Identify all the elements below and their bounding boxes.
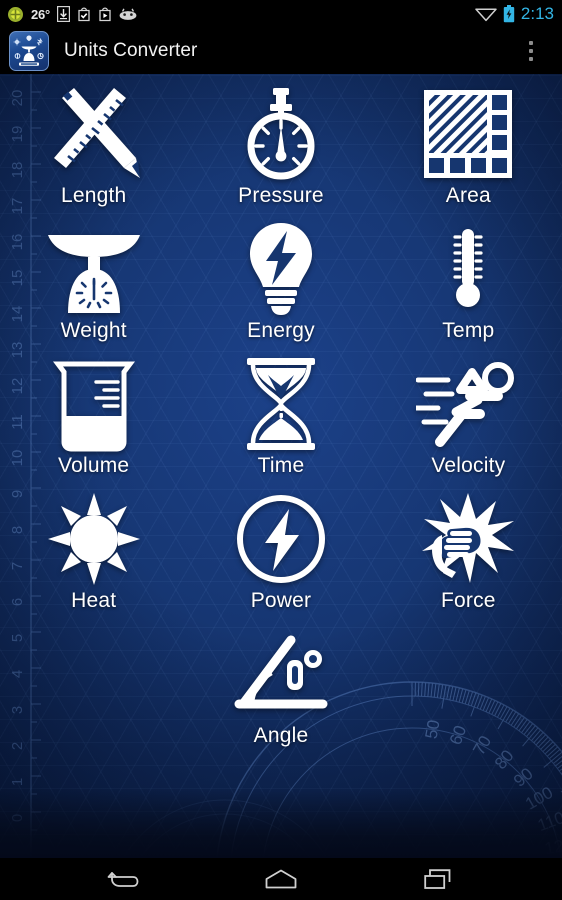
weather-icon (8, 6, 23, 22)
grid-item-weight[interactable]: Weight (0, 221, 187, 356)
thermometer-icon (413, 221, 523, 317)
grid-item-label: Area (445, 184, 491, 207)
weather-temperature: 26° (31, 6, 51, 22)
grid-item-label: Velocity (431, 454, 506, 477)
grid-item-label: Force (440, 589, 496, 612)
grid-item-label: Energy (247, 319, 315, 342)
game-controller-icon (119, 7, 137, 20)
grid-item-label: Heat (71, 589, 117, 612)
grid-item-label: Time (257, 454, 305, 477)
grid-item-label: Temp (442, 319, 495, 342)
units-converter-app-icon (9, 31, 49, 71)
grid-cell-empty (375, 626, 562, 761)
hatched-square-icon (413, 86, 523, 182)
status-bar: 26° 2:13 (0, 0, 562, 28)
beaker-icon (39, 356, 149, 452)
fist-impact-icon (413, 491, 523, 587)
grid-item-label: Power (250, 589, 312, 612)
play-store-icon (99, 7, 111, 22)
action-bar: Units Converter (0, 28, 562, 74)
system-navigation-bar (0, 858, 562, 900)
overflow-menu-button[interactable] (520, 31, 542, 71)
wifi-icon (475, 8, 497, 22)
grid-item-label: Length (60, 184, 127, 207)
home-button[interactable] (258, 862, 304, 896)
light-bulb-bolt-icon (226, 221, 336, 317)
overflow-dot (529, 41, 533, 45)
grid-item-area[interactable]: Area (375, 86, 562, 221)
grid-item-pressure[interactable]: Pressure (187, 86, 374, 221)
battery-charging-icon (503, 5, 515, 23)
kitchen-scale-icon (39, 221, 149, 317)
grid-item-angle[interactable]: Angle (187, 626, 374, 761)
grid-item-length[interactable]: Length (0, 86, 187, 221)
overflow-dot (529, 49, 533, 53)
grid-item-energy[interactable]: Energy (187, 221, 374, 356)
back-arrow-icon (107, 872, 139, 887)
converter-grid: Length Pressure Area Weight Energy Temp … (0, 74, 562, 858)
running-figure-icon (413, 356, 523, 452)
android-screen: 26° 2:13 Units Converter 20 19 18 17 16 … (0, 0, 562, 900)
sun-icon (39, 491, 149, 587)
ruler-pencil-icon (39, 86, 149, 182)
play-store-installed-icon (78, 7, 90, 22)
grid-item-temp[interactable]: Temp (375, 221, 562, 356)
grid-cell-empty (0, 626, 187, 761)
grid-item-label: Pressure (238, 184, 324, 207)
home-icon (265, 869, 297, 889)
app-title: Units Converter (64, 40, 198, 61)
grid-item-label: Angle (253, 724, 309, 747)
status-bar-clock: 2:13 (520, 4, 554, 23)
status-bar-right-icons: 2:13 (475, 4, 562, 24)
overflow-dot (529, 57, 533, 61)
grid-item-volume[interactable]: Volume (0, 356, 187, 491)
grid-item-force[interactable]: Force (375, 491, 562, 626)
angle-degree-icon (226, 626, 336, 722)
status-bar-left-icons: 26° (0, 6, 137, 23)
recents-icon (424, 869, 451, 889)
grid-item-heat[interactable]: Heat (0, 491, 187, 626)
grid-item-label: Volume (58, 454, 130, 477)
recents-button[interactable] (416, 862, 462, 896)
grid-item-power[interactable]: Power (187, 491, 374, 626)
grid-item-velocity[interactable]: Velocity (375, 356, 562, 491)
grid-item-label: Weight (60, 319, 127, 342)
converter-grid-background: 20 19 18 17 16 15 14 13 12 11 10 9 8 7 6 5 4 3 2 1 0 50 60 70 8… (0, 74, 562, 858)
download-icon (57, 6, 71, 22)
back-button[interactable] (100, 862, 146, 896)
grid-item-time[interactable]: Time (187, 356, 374, 491)
pressure-gauge-icon (226, 86, 336, 182)
hourglass-icon (226, 356, 336, 452)
bolt-in-circle-icon (226, 491, 336, 587)
